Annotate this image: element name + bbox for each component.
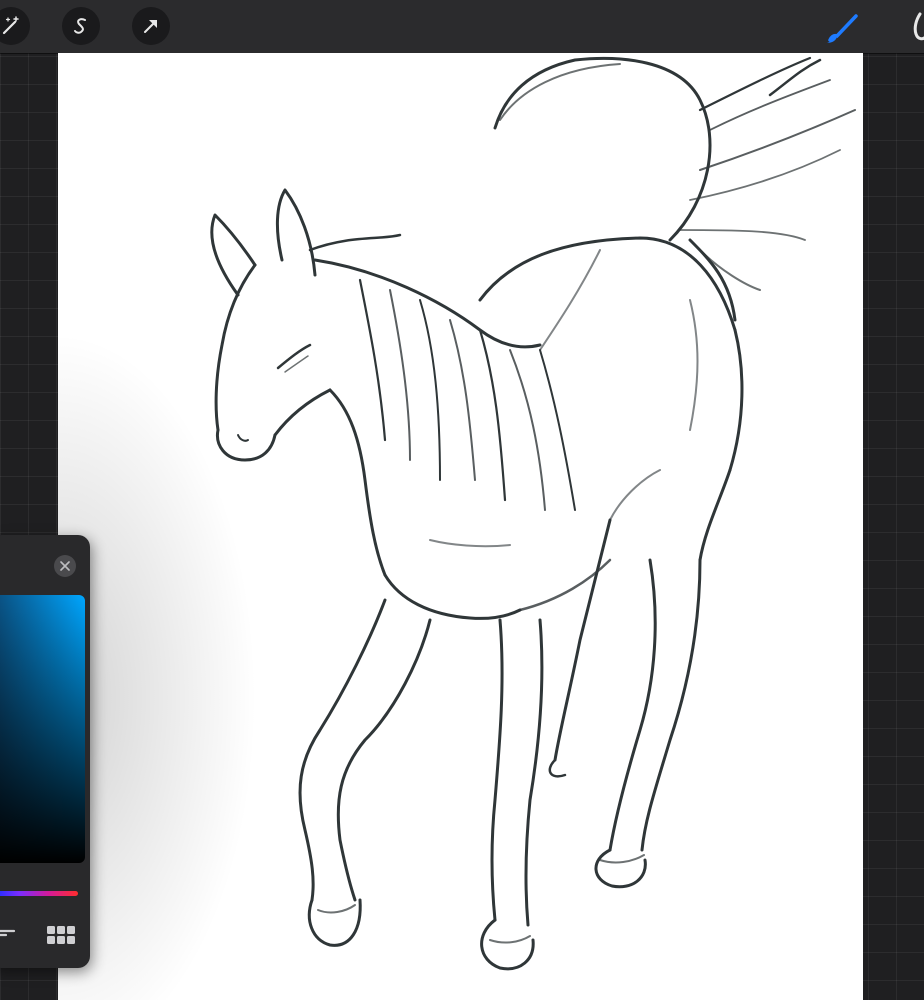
smudge-icon (913, 12, 924, 41)
palette-grid-icon[interactable] (46, 925, 76, 945)
palette-list-icon[interactable] (0, 923, 16, 943)
top-toolbar (0, 0, 924, 53)
selection-button[interactable] (62, 7, 100, 45)
color-panel[interactable] (0, 535, 90, 968)
horse-sketch (210, 56, 856, 971)
brush-button[interactable] (822, 8, 862, 48)
selection-s-icon (74, 18, 86, 34)
drawing-canvas[interactable] (58, 53, 863, 1000)
color-field[interactable] (0, 595, 85, 863)
brush-icon (827, 14, 858, 43)
smudge-button[interactable] (906, 10, 924, 46)
close-x-icon (60, 561, 70, 571)
close-button[interactable] (54, 555, 76, 577)
hue-slider[interactable] (0, 891, 78, 896)
adjustments-button[interactable] (0, 7, 30, 45)
transform-button[interactable] (132, 7, 170, 45)
transform-arrow-icon (144, 20, 157, 33)
adjustments-wand-icon (2, 16, 19, 35)
